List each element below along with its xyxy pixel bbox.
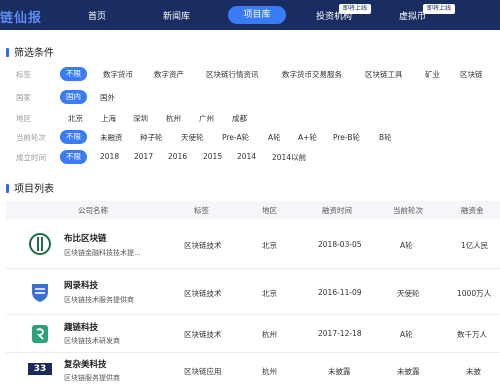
filter-section-title: 筛选条件 bbox=[6, 44, 54, 59]
cell-round: A轮 bbox=[400, 241, 413, 250]
company-name[interactable]: 趣链科技 bbox=[64, 321, 98, 333]
list-title-text: 项目列表 bbox=[14, 184, 54, 195]
filter-option[interactable]: 数字货币 bbox=[103, 69, 133, 80]
filter-option[interactable]: 2014 bbox=[237, 152, 256, 161]
filter-option[interactable]: 2015 bbox=[203, 152, 222, 161]
nav-item-projects[interactable]: 项目库 bbox=[228, 6, 286, 24]
nav-item-crypto[interactable]: 虚拟币 bbox=[399, 9, 426, 22]
filter-option[interactable]: 2017 bbox=[134, 152, 153, 161]
company-name[interactable]: 布比区块链 bbox=[64, 232, 107, 244]
coming-soon-badge: 即将上线 bbox=[423, 4, 456, 14]
cell-region: 北京 bbox=[262, 241, 277, 250]
filter-label: 标签 bbox=[16, 70, 31, 79]
filter-option[interactable]: 矿业 bbox=[425, 69, 440, 80]
filter-option[interactable]: Pre-A轮 bbox=[222, 132, 249, 143]
filter-row-country: 国家 国内 国外 bbox=[16, 90, 500, 104]
col-funding-date: 融资时间 bbox=[322, 206, 352, 215]
bubi-logo bbox=[28, 233, 52, 255]
filter-option[interactable]: A+轮 bbox=[298, 132, 317, 143]
filter-label: 地区 bbox=[16, 114, 31, 123]
cell-amount: 未披 bbox=[466, 367, 481, 376]
filter-option[interactable]: 天使轮 bbox=[181, 132, 204, 143]
wanglu-logo bbox=[28, 281, 52, 303]
cell-tag: 区块链技术 bbox=[184, 330, 222, 339]
cell-round: 未披露 bbox=[397, 367, 420, 376]
filter-option[interactable]: 北京 bbox=[68, 113, 83, 124]
cell-date: 2016-11-09 bbox=[318, 288, 362, 297]
col-region: 地区 bbox=[262, 206, 277, 215]
company-desc: 区块链服务提供商 bbox=[64, 374, 120, 382]
filter-option[interactable]: 国内 bbox=[60, 90, 87, 104]
cell-amount: 1亿人民 bbox=[461, 241, 489, 250]
filter-option[interactable]: 2014以前 bbox=[272, 152, 306, 163]
cell-tag: 区块链技术 bbox=[184, 241, 222, 250]
cell-region: 杭州 bbox=[262, 367, 277, 376]
company-desc: 区块链技术研发商 bbox=[64, 337, 120, 345]
cell-region: 杭州 bbox=[262, 330, 277, 339]
filter-option[interactable]: 2018 bbox=[100, 152, 119, 161]
filter-row-region: 地区 北京 上海 深圳 杭州 广州 成都 bbox=[16, 111, 500, 125]
filter-row-round: 当前轮次 不限 未融资 种子轮 天使轮 Pre-A轮 A轮 A+轮 Pre-B轮… bbox=[16, 130, 500, 144]
cell-region: 北京 bbox=[262, 289, 277, 298]
filter-option[interactable]: B轮 bbox=[379, 132, 392, 143]
filter-option[interactable]: 数字货币交易服务 bbox=[282, 69, 342, 80]
cell-amount: 数千万人 bbox=[457, 330, 487, 339]
filter-option[interactable]: 不限 bbox=[60, 150, 87, 164]
filter-option[interactable]: 区块链 bbox=[460, 69, 483, 80]
cell-round: 天使轮 bbox=[397, 289, 420, 298]
filter-label: 成立时间 bbox=[16, 153, 46, 162]
filter-option[interactable]: 区块链工具 bbox=[365, 69, 403, 80]
filter-option[interactable]: Pre-B轮 bbox=[333, 132, 360, 143]
filter-option[interactable]: 杭州 bbox=[166, 113, 181, 124]
cell-tag: 区块链应用 bbox=[184, 367, 222, 376]
col-round: 当前轮次 bbox=[393, 206, 423, 215]
col-company: 公司名称 bbox=[78, 206, 108, 215]
company-name[interactable]: 网录科技 bbox=[64, 279, 98, 291]
filter-option[interactable]: A轮 bbox=[268, 132, 281, 143]
filter-option[interactable]: 广州 bbox=[199, 113, 214, 124]
table-row[interactable]: 布比区块链 区块链金融科技技术提... 区块链技术 北京 2018-03-05 … bbox=[6, 219, 500, 269]
company-desc: 区块链金融科技技术提... bbox=[64, 249, 141, 257]
section-marker bbox=[6, 48, 9, 57]
table-row[interactable]: 网录科技 区块链技术服务提供商 区块链技术 北京 2016-11-09 天使轮 … bbox=[6, 269, 500, 315]
filter-option[interactable]: 种子轮 bbox=[140, 132, 163, 143]
company-name[interactable]: 复杂美科技 bbox=[64, 358, 107, 370]
filter-option[interactable]: 不限 bbox=[60, 67, 87, 81]
top-nav: 链仙报 首页 新闻库 项目库 投资机构 即将上线 虚拟币 即将上线 bbox=[0, 0, 500, 30]
coming-soon-badge: 即将上线 bbox=[339, 4, 372, 14]
qulian-logo bbox=[28, 323, 52, 345]
site-logo[interactable]: 链仙报 bbox=[0, 7, 42, 26]
cell-date: 2017-12-18 bbox=[318, 329, 362, 338]
filter-option[interactable]: 成都 bbox=[232, 113, 247, 124]
nav-item-home[interactable]: 首页 bbox=[88, 9, 106, 22]
list-section-title: 项目列表 bbox=[6, 180, 54, 195]
cell-round: A轮 bbox=[400, 330, 413, 339]
nav-item-news[interactable]: 新闻库 bbox=[163, 9, 190, 22]
filter-option[interactable]: 区块链行情资讯 bbox=[206, 69, 259, 80]
cell-tag: 区块链技术 bbox=[184, 289, 222, 298]
filter-option[interactable]: 上海 bbox=[101, 113, 116, 124]
filter-option[interactable]: 国外 bbox=[100, 92, 115, 103]
cell-amount: 1000万人 bbox=[457, 289, 492, 298]
fuzamei-logo: 33 bbox=[28, 363, 52, 375]
cell-date: 2018-03-05 bbox=[318, 240, 362, 249]
filter-option[interactable]: 不限 bbox=[60, 130, 87, 144]
filter-label: 国家 bbox=[16, 93, 31, 102]
filter-row-tag: 标签 不限 数字货币 数字资产 区块链行情资讯 数字货币交易服务 区块链工具 矿… bbox=[16, 67, 500, 81]
filter-option[interactable]: 2016 bbox=[168, 152, 187, 161]
filter-title-text: 筛选条件 bbox=[14, 48, 54, 59]
table-header: 公司名称 标签 地区 融资时间 当前轮次 融资金 bbox=[6, 201, 500, 219]
filter-row-founded: 成立时间 不限 2018 2017 2016 2015 2014 2014以前 bbox=[16, 150, 500, 164]
col-tag: 标签 bbox=[194, 206, 209, 215]
col-amount: 融资金 bbox=[461, 206, 484, 215]
table-row[interactable]: 趣链科技 区块链技术研发商 区块链技术 杭州 2017-12-18 A轮 数千万… bbox=[6, 315, 500, 353]
filter-label: 当前轮次 bbox=[16, 133, 46, 142]
filter-option[interactable]: 未融资 bbox=[100, 132, 123, 143]
section-marker bbox=[6, 184, 9, 193]
table-row[interactable]: 33 复杂美科技 区块链服务提供商 区块链应用 杭州 未披露 未披露 未披 bbox=[6, 353, 500, 386]
company-desc: 区块链技术服务提供商 bbox=[64, 296, 134, 304]
filter-option[interactable]: 数字资产 bbox=[154, 69, 184, 80]
cell-date: 未披露 bbox=[328, 367, 351, 376]
filter-option[interactable]: 深圳 bbox=[133, 113, 148, 124]
